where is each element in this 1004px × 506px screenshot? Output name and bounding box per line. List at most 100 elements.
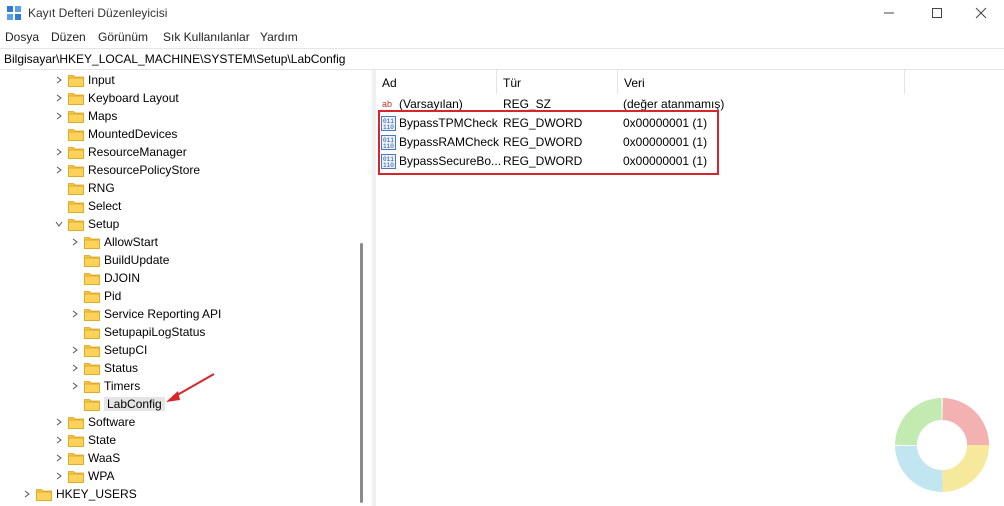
tree-item[interactable]: ResourceManager (54, 143, 187, 161)
no-expander (70, 273, 80, 283)
maximize-button[interactable] (914, 0, 960, 26)
window-title: Kayıt Defteri Düzenleyicisi (28, 6, 168, 20)
menu-file[interactable]: Dosya (5, 30, 39, 44)
column-header-type[interactable]: Tür (497, 70, 618, 94)
watermark-logo-icon (895, 398, 989, 492)
address-bar[interactable]: Bilgisayar\HKEY_LOCAL_MACHINE\SYSTEM\Set… (0, 48, 1004, 70)
red-arrow-annotation (166, 373, 215, 402)
address-path[interactable]: Bilgisayar\HKEY_LOCAL_MACHINE\SYSTEM\Set… (4, 52, 345, 66)
tree-item[interactable]: ResourcePolicyStore (54, 161, 200, 179)
column-header-type-label: Tür (503, 76, 521, 90)
tree-item-label: ResourcePolicyStore (88, 163, 201, 177)
menu-help[interactable]: Yardım (260, 30, 298, 44)
folder-icon (84, 308, 100, 321)
chevron-right-icon[interactable] (54, 471, 64, 481)
chevron-right-icon[interactable] (70, 363, 80, 373)
tree-item-label: HKEY_USERS (56, 487, 137, 501)
folder-icon (68, 200, 84, 213)
menu-edit[interactable]: Düzen (51, 30, 86, 44)
tree-item-label: Software (88, 415, 136, 429)
tree-item[interactable]: DJOIN (70, 269, 140, 287)
tree-item[interactable]: AllowStart (70, 233, 158, 251)
value-data: (değer atanmamış) (623, 97, 725, 111)
tree-item[interactable]: SetupCI (70, 341, 147, 359)
chevron-right-icon[interactable] (54, 75, 64, 85)
tree-item[interactable]: SetupapiLogStatus (70, 323, 205, 341)
column-header-data[interactable]: Veri (618, 70, 905, 94)
chevron-right-icon[interactable] (70, 309, 80, 319)
value-type: REG_SZ (503, 97, 552, 111)
tree-item-label: Timers (104, 379, 141, 393)
minimize-button[interactable] (866, 0, 912, 26)
tree-item-label: Pid (104, 289, 122, 303)
minimize-icon (884, 12, 894, 14)
menu-bar: Dosya Düzen Görünüm Sık Kullanılanlar Ya… (0, 28, 1004, 46)
menu-view[interactable]: Görünüm (98, 30, 148, 44)
tree-item[interactable]: WPA (54, 467, 114, 485)
tree-item-label: Maps (88, 109, 118, 123)
tree-item-label: Setup (88, 217, 120, 231)
close-button[interactable] (958, 0, 1004, 26)
column-header-name-label: Ad (382, 76, 397, 90)
chevron-right-icon[interactable] (70, 237, 80, 247)
tree-item[interactable]: Timers (70, 377, 140, 395)
tree-item[interactable]: Maps (54, 107, 117, 125)
tree-item-label: WPA (88, 469, 115, 483)
chevron-right-icon[interactable] (54, 453, 64, 463)
folder-icon (68, 218, 84, 231)
tree-item[interactable]: Input (54, 71, 115, 89)
tree-item[interactable]: State (54, 431, 116, 449)
tree-item[interactable]: Software (54, 413, 135, 431)
tree-item-label: MountedDevices (88, 127, 178, 141)
tree-item[interactable]: Service Reporting API (70, 305, 221, 323)
tree-item-label: DJOIN (104, 271, 140, 285)
tree-item-label: WaaS (88, 451, 121, 465)
tree-item[interactable]: Pid (70, 287, 121, 305)
menu-favorites[interactable]: Sık Kullanılanlar (163, 30, 250, 44)
folder-icon (84, 254, 100, 267)
chevron-right-icon[interactable] (54, 417, 64, 427)
column-header-name[interactable]: Ad (376, 70, 497, 94)
title-bar: Kayıt Defteri Düzenleyicisi (0, 0, 1004, 26)
tree-item[interactable]: RNG (54, 179, 115, 197)
tree-item-label: ResourceManager (88, 145, 187, 159)
chevron-down-icon[interactable] (54, 219, 64, 229)
chevron-right-icon[interactable] (54, 111, 64, 121)
folder-icon (68, 452, 84, 465)
tree-item[interactable]: Setup (54, 215, 119, 233)
folder-icon (68, 416, 84, 429)
no-expander (54, 183, 64, 193)
chevron-right-icon[interactable] (70, 381, 80, 391)
tree-item[interactable]: LabConfig (70, 395, 165, 413)
tree-item[interactable]: BuildUpdate (70, 251, 169, 269)
tree-item[interactable]: Status (70, 359, 138, 377)
svg-text:ab: ab (382, 99, 392, 109)
folder-icon (84, 344, 100, 357)
folder-icon (84, 236, 100, 249)
folder-icon (68, 146, 84, 159)
folder-icon (84, 398, 100, 411)
tree-item[interactable]: MountedDevices (54, 125, 177, 143)
column-header-data-label: Veri (624, 76, 645, 90)
tree-item[interactable]: HKEY_USERS (22, 485, 137, 503)
close-icon (975, 7, 987, 19)
tree-item[interactable]: WaaS (54, 449, 120, 467)
key-tree: Input Keyboard Layout Maps MountedDevices Re… (0, 70, 372, 506)
chevron-right-icon[interactable] (70, 345, 80, 355)
chevron-right-icon[interactable] (54, 147, 64, 157)
chevron-right-icon[interactable] (54, 165, 64, 175)
tree-scrollbar-thumb[interactable] (360, 243, 363, 503)
no-expander (70, 291, 80, 301)
chevron-right-icon[interactable] (22, 489, 32, 499)
tree-item-label: Keyboard Layout (88, 91, 179, 105)
tree-item-label: RNG (88, 181, 115, 195)
folder-icon (84, 362, 100, 375)
folder-icon (84, 326, 100, 339)
tree-item-label: Status (104, 361, 139, 375)
chevron-right-icon[interactable] (54, 435, 64, 445)
tree-item-label: Input (88, 73, 115, 87)
tree-item[interactable]: Keyboard Layout (54, 89, 179, 107)
tree-item[interactable]: Select (54, 197, 121, 215)
chevron-right-icon[interactable] (54, 93, 64, 103)
tree-item-label: Select (88, 199, 122, 213)
